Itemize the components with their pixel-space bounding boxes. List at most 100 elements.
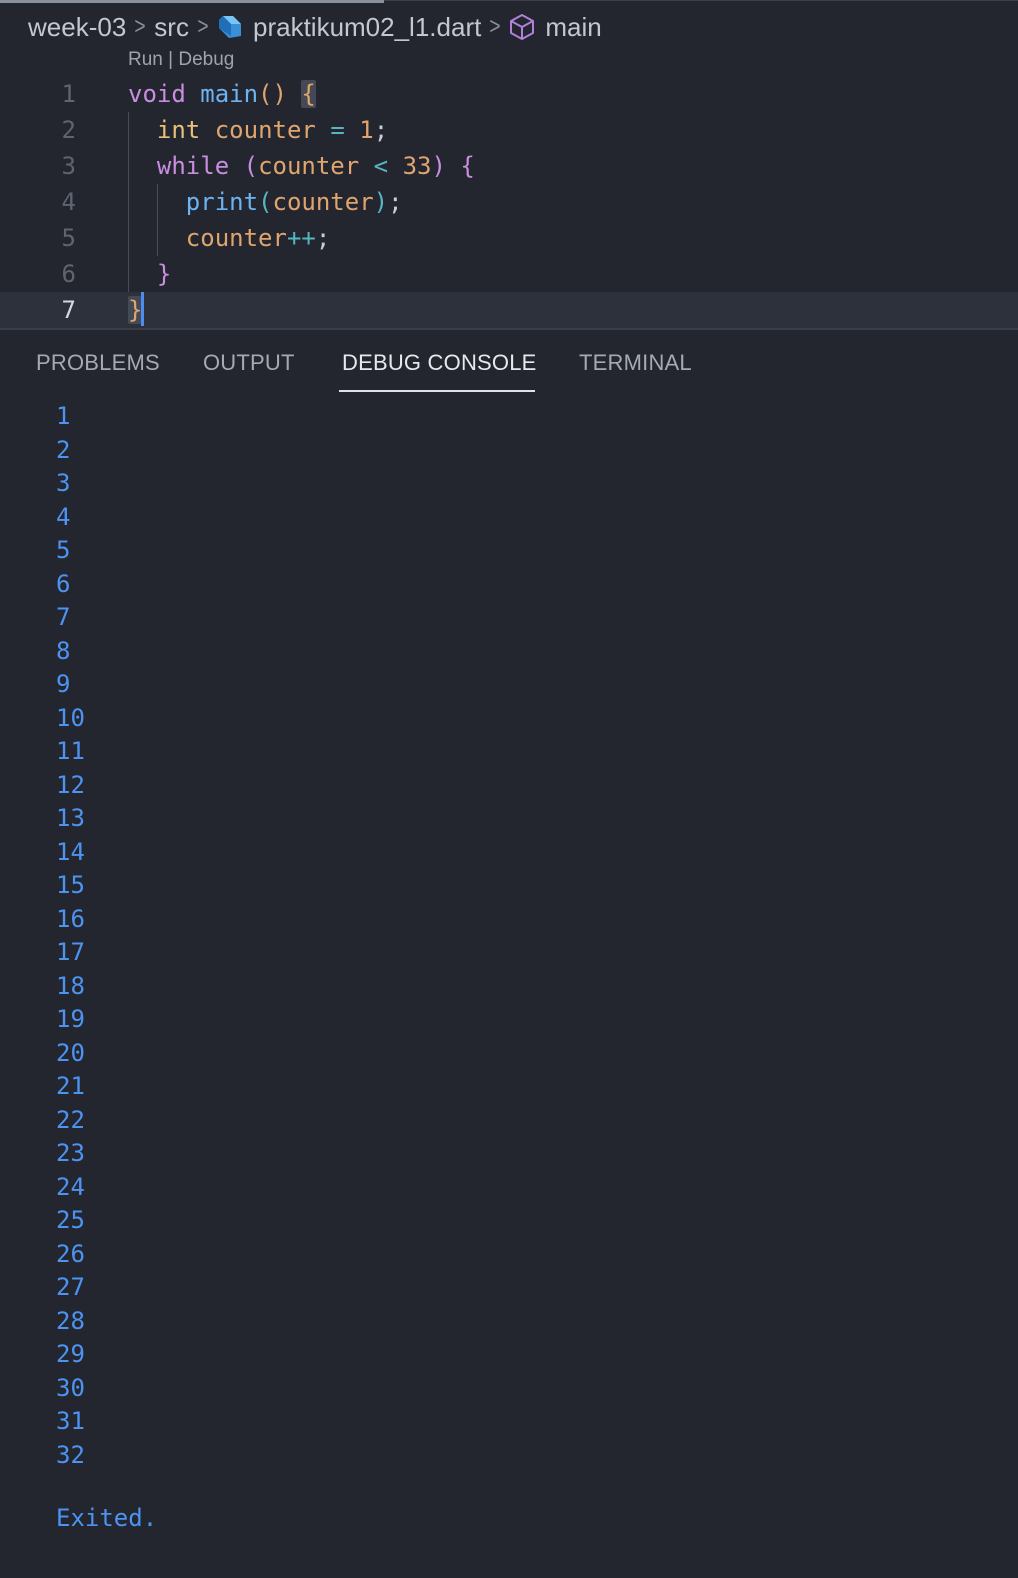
breadcrumb-file[interactable]: praktikum02_l1.dart: [217, 12, 481, 43]
breadcrumb: week-03 > src > praktikum02_l1.dart > ma…: [28, 8, 602, 46]
line-number: 5: [61, 224, 76, 252]
console-line: 25: [56, 1206, 85, 1234]
codelens-debug-link[interactable]: Debug: [178, 49, 234, 70]
code-line[interactable]: 1 void main() {: [0, 76, 1018, 112]
code-text: int counter = 1;: [128, 112, 388, 148]
chevron-right-icon: >: [197, 13, 209, 40]
code-line[interactable]: 4 print(counter);: [0, 184, 1018, 220]
code-line[interactable]: 6 }: [0, 256, 1018, 292]
code-token: (): [258, 80, 287, 108]
console-line: 1: [56, 402, 71, 430]
line-number: 4: [61, 188, 76, 216]
console-line: 23: [56, 1139, 85, 1167]
code-token: void: [128, 80, 186, 108]
console-line: 5: [56, 536, 71, 564]
code-text: }: [128, 256, 171, 292]
console-line: 11: [56, 737, 85, 765]
console-line: 4: [56, 502, 71, 531]
cube-method-icon: [509, 13, 535, 41]
dart-file-icon: [217, 14, 243, 40]
console-line: 6: [56, 569, 71, 598]
code-token: {: [460, 152, 475, 180]
console-line: 28: [56, 1306, 85, 1335]
breadcrumb-label: main: [545, 11, 602, 42]
console-line: 14: [56, 837, 85, 866]
console-line: 17: [56, 938, 85, 966]
code-text: while (counter < 33) {: [128, 148, 475, 184]
breadcrumb-symbol-main[interactable]: main: [509, 11, 602, 43]
console-line: 32: [56, 1440, 85, 1469]
code-token: ): [373, 188, 389, 216]
codelens: Run | Debug: [128, 49, 234, 71]
code-line[interactable]: 3 while (counter < 33) {: [0, 148, 1018, 184]
code-token: ): [431, 152, 446, 180]
panel-tabs: PROBLEMS OUTPUT DEBUG CONSOLE TERMINAL: [0, 330, 1018, 396]
code-token: 1: [359, 116, 374, 144]
console-line: 16: [56, 904, 85, 933]
code-line[interactable]: 2 int counter = 1;: [0, 112, 1018, 148]
console-line: 15: [56, 871, 85, 899]
breadcrumb-label: week-03: [28, 11, 127, 42]
tab-problems[interactable]: PROBLEMS: [36, 350, 160, 376]
indent-guide: [157, 184, 158, 256]
line-number: 7: [61, 296, 76, 324]
code-token: ;: [315, 224, 331, 252]
chevron-right-icon: >: [489, 13, 501, 40]
breadcrumb-folder-src[interactable]: src: [154, 12, 189, 43]
console-line: 27: [56, 1273, 85, 1301]
code-token: {: [301, 80, 316, 108]
console-line: 31: [56, 1407, 85, 1435]
console-line: 20: [56, 1038, 85, 1067]
console-line: 29: [56, 1340, 85, 1368]
breadcrumb-label: src: [154, 11, 189, 42]
tab-output[interactable]: OUTPUT: [203, 350, 295, 376]
console-line: 26: [56, 1239, 85, 1268]
exit-message: Exited.: [56, 1504, 158, 1532]
console-line: 21: [56, 1072, 85, 1100]
tab-terminal[interactable]: TERMINAL: [579, 350, 692, 376]
code-text: counter++;: [128, 220, 331, 256]
code-token: }: [156, 260, 172, 288]
chevron-right-icon: >: [134, 13, 146, 40]
tab-bar-border: [384, 0, 1018, 1]
code-token: 33: [402, 152, 432, 180]
code-token: print: [185, 188, 259, 216]
breadcrumb-label: praktikum02_l1.dart: [252, 11, 482, 42]
console-line: 9: [56, 670, 71, 698]
codelens-divider: |: [162, 49, 179, 70]
breadcrumb-folder-week[interactable]: week-03: [28, 12, 126, 43]
tab-debug-console[interactable]: DEBUG CONSOLE: [342, 350, 537, 376]
console-line: 19: [56, 1005, 85, 1033]
code-token: counter: [185, 224, 287, 252]
line-number: 1: [61, 80, 76, 108]
code-token: (: [243, 152, 259, 180]
code-line[interactable]: 7}: [0, 292, 1018, 328]
indent-guide: [128, 112, 129, 292]
console-line: 22: [56, 1105, 85, 1134]
active-editor-tab-indicator: [0, 0, 384, 3]
code-text: void main() {: [128, 76, 316, 112]
code-token: main: [200, 80, 259, 108]
console-line: 3: [56, 469, 71, 497]
debug-console-output[interactable]: Exited. 1 2 3 4 5 6 7 8 9 10 11 12 13 14 15 16 17 18 19 20 2…: [0, 400, 1018, 1578]
code-token: ;: [388, 188, 403, 216]
codelens-run-link[interactable]: Run: [128, 49, 163, 70]
line-number: 6: [61, 260, 76, 288]
code-token: (: [258, 188, 273, 216]
code-line[interactable]: 5 counter++;: [0, 220, 1018, 256]
code-editor[interactable]: 7} 6 } 5 counter++; 4 print(counter); 3 whil…: [0, 76, 1018, 328]
code-token: <: [373, 152, 389, 180]
console-line: 30: [56, 1373, 85, 1402]
console-line: 18: [56, 971, 85, 1000]
code-token: counter: [258, 152, 360, 180]
